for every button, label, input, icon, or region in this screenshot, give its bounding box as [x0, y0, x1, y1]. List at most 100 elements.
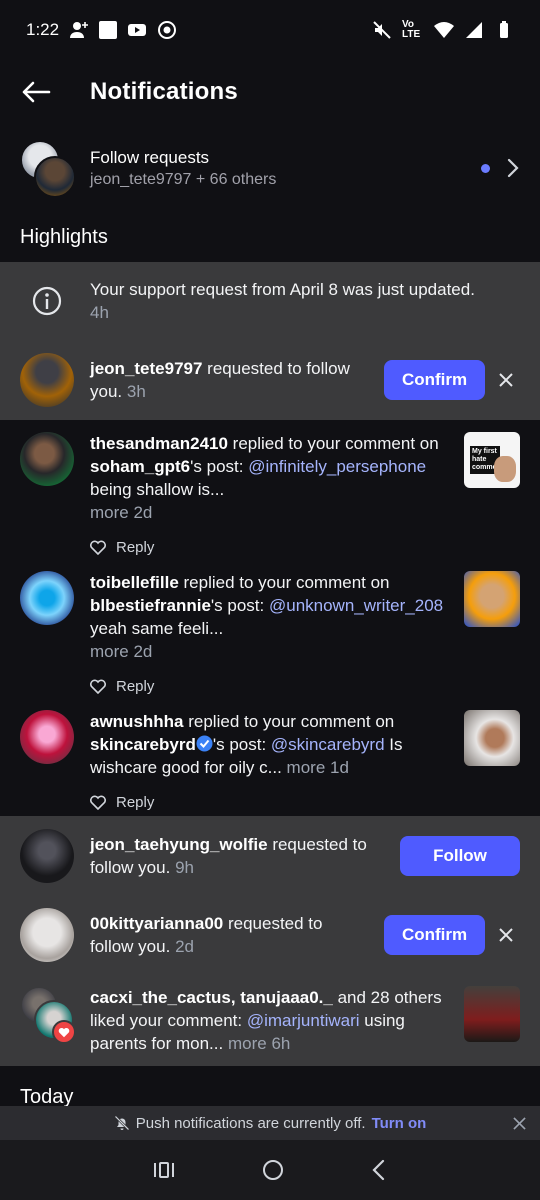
signal-icon — [466, 22, 482, 38]
follow-request-notification[interactable]: 00kittyarianna00 requested to follow you… — [0, 896, 540, 974]
square-icon — [99, 21, 118, 39]
heart-outline-icon[interactable] — [90, 540, 106, 555]
recents-icon[interactable] — [153, 1160, 175, 1180]
page-title: Notifications — [90, 78, 238, 105]
reply-button[interactable]: Reply — [90, 791, 454, 814]
follow-request-notification[interactable]: jeon_tete9797 requested to follow you. 3… — [0, 340, 540, 420]
time: 9h — [175, 858, 194, 877]
mention-link[interactable]: @unknown_writer_208 — [269, 596, 443, 615]
follow-button[interactable]: Follow — [400, 836, 520, 876]
dismiss-button[interactable] — [491, 365, 520, 395]
back-arrow-icon — [22, 81, 51, 103]
time: 3h — [126, 382, 146, 401]
avatar — [20, 710, 74, 764]
comment-reply-notification[interactable]: awnushhha replied to your comment on ski… — [0, 710, 540, 816]
notification-text: replied to your comment on — [227, 434, 439, 453]
post-username[interactable]: blbestiefrannie — [90, 596, 211, 615]
more-link[interactable]: more — [90, 642, 129, 661]
username[interactable]: jeon_taehyung_wolfie — [90, 835, 268, 854]
avatar — [20, 829, 74, 883]
section-highlights: Highlights — [20, 226, 108, 248]
heart-outline-icon[interactable] — [90, 795, 106, 810]
username[interactable]: jeon_tete9797 — [90, 359, 202, 378]
post-thumbnail[interactable] — [464, 571, 520, 627]
time: 6h — [271, 1034, 291, 1053]
usernames[interactable]: cacxi_the_cactus, tanujaaa0._ — [90, 988, 333, 1007]
comment-text: yeah same feeli... — [90, 619, 224, 638]
avatar — [20, 571, 74, 625]
more-link[interactable]: more — [228, 1034, 267, 1053]
post-thumbnail[interactable] — [464, 986, 520, 1042]
dismiss-button[interactable] — [491, 920, 520, 950]
time: 2d — [133, 503, 153, 522]
header: Notifications — [0, 60, 540, 124]
mention-link[interactable]: @imarjuntiwari — [247, 1011, 360, 1030]
back-icon[interactable] — [371, 1159, 387, 1181]
time: 1d — [330, 758, 349, 777]
username[interactable]: 00kittyarianna00 — [90, 914, 223, 933]
confirm-button[interactable]: Confirm — [384, 915, 486, 955]
reply-label: Reply — [116, 539, 155, 556]
verified-badge-icon — [196, 735, 213, 752]
comment-reply-notification[interactable]: toibellefille replied to your comment on… — [0, 571, 540, 699]
username[interactable]: toibellefille — [90, 573, 179, 592]
chevron-right-icon — [507, 158, 519, 178]
avatar — [20, 908, 74, 962]
reply-button[interactable]: Reply — [90, 536, 454, 559]
liker-avatars — [20, 986, 76, 1044]
comment-text: being shallow is... — [90, 480, 225, 499]
time: 2d — [133, 642, 153, 661]
heart-icon — [58, 1027, 70, 1037]
push-text: Push notifications are currently off. — [135, 1114, 366, 1132]
avatar — [20, 353, 74, 407]
system-nav-bar — [0, 1140, 540, 1200]
follow-requests-avatars — [20, 140, 76, 198]
close-icon[interactable] — [513, 1116, 526, 1130]
follow-requests-title: Follow requests — [90, 147, 210, 167]
unread-dot — [481, 163, 490, 173]
like-badge — [52, 1020, 76, 1044]
post-thumbnail[interactable]: My first hate comment — [464, 432, 520, 488]
support-notification[interactable]: Your support request from April 8 was ju… — [0, 262, 540, 340]
heart-outline-icon[interactable] — [90, 679, 106, 694]
more-link[interactable]: more — [90, 503, 129, 522]
back-button[interactable] — [20, 76, 52, 108]
network-label: Vo LTE — [402, 19, 421, 40]
more-link[interactable]: more — [287, 758, 326, 777]
post-username[interactable]: skincarebyrd — [90, 735, 196, 754]
bell-off-icon — [114, 1115, 130, 1131]
notification-text: 's post: — [210, 596, 269, 615]
reply-button[interactable]: Reply — [90, 675, 454, 698]
home-icon[interactable] — [262, 1159, 284, 1181]
follow-request-notification[interactable]: jeon_taehyung_wolfie requested to follow… — [0, 816, 540, 896]
reply-label: Reply — [116, 678, 155, 695]
follow-requests-row[interactable]: Follow requests jeon_tete9797 + 66 other… — [0, 136, 540, 200]
push-notifications-banner: Push notifications are currently off. Tu… — [0, 1106, 540, 1140]
avatar — [20, 432, 74, 486]
notification-text: 's post: — [212, 735, 271, 754]
notification-text: replied to your comment on — [178, 573, 390, 592]
mention-link[interactable]: @skincarebyrd — [271, 735, 385, 754]
follow-requests-subtitle: jeon_tete9797 + 66 others — [90, 170, 277, 188]
mention-link[interactable]: @infinitely_persephone — [248, 457, 426, 476]
notification-text: 's post: — [190, 457, 249, 476]
status-time: 1:22 — [26, 20, 60, 39]
turn-on-link[interactable]: Turn on — [372, 1115, 427, 1132]
like-notification[interactable]: cacxi_the_cactus, tanujaaa0._ and 28 oth… — [0, 974, 540, 1066]
confirm-button[interactable]: Confirm — [384, 360, 486, 400]
status-bar: 1:22 Vo LTE — [0, 0, 540, 60]
info-icon — [32, 286, 62, 316]
notification-text: replied to your comment on — [183, 712, 395, 731]
comment-reply-notification[interactable]: thesandman2410 replied to your comment o… — [0, 432, 540, 560]
wifi-icon — [434, 22, 454, 38]
post-thumbnail[interactable] — [464, 710, 520, 766]
avatar — [34, 156, 76, 198]
username[interactable]: thesandman2410 — [90, 434, 228, 453]
whatsapp-icon — [158, 21, 177, 39]
close-icon — [498, 373, 513, 387]
person-add-icon — [70, 22, 89, 38]
username[interactable]: awnushhha — [90, 712, 184, 731]
reply-label: Reply — [116, 794, 155, 811]
time: 2d — [175, 937, 194, 956]
post-username[interactable]: soham_gpt6 — [90, 457, 190, 476]
